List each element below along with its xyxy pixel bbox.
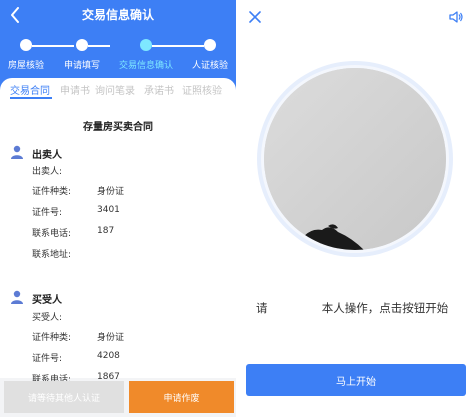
step-dot-1 [20, 39, 32, 51]
speaker-icon[interactable] [448, 9, 464, 25]
face-verify-panel: 请 本人操作，点击按钮开始 马上开始 [236, 0, 474, 417]
tab-license-check[interactable]: 证照核验 [182, 82, 222, 97]
document-title: 存量房买卖合同 [83, 122, 153, 133]
seller-id-no-value: 3401 [97, 205, 120, 215]
page-title: 交易信息确认 [81, 8, 154, 22]
camera-feed-image [264, 68, 446, 250]
seller-id-type-label: 证件种类: [32, 187, 72, 197]
tab-commitment[interactable]: 承诺书 [144, 82, 174, 97]
buyer-name-label: 买受人: [32, 313, 63, 323]
step-connector [152, 45, 204, 47]
step-label-4: 人证核验 [191, 61, 229, 71]
step-connector [32, 45, 74, 47]
step-label-3: 交易信息确认 [118, 61, 174, 71]
seller-address-label: 联系地址: [32, 250, 72, 260]
step-label-1: 房屋核验 [7, 61, 45, 71]
tab-contract[interactable]: 交易合同 [10, 82, 50, 97]
cancel-application-button[interactable]: 申请作废 [129, 381, 234, 413]
active-tab-indicator [10, 97, 52, 99]
close-icon[interactable] [247, 9, 263, 25]
seller-id-no-label: 证件号: [32, 208, 63, 218]
buyer-id-no-label: 证件号: [32, 354, 63, 364]
step-dot-2 [76, 39, 88, 51]
step-connector [88, 45, 110, 47]
seller-name-label: 出卖人: [32, 167, 63, 177]
document-tabs: 交易合同 申请书 询问笔录 承诺书 证照核验 [0, 78, 236, 100]
camera-preview [264, 68, 446, 250]
transaction-confirm-panel: 交易信息确认 房屋核验 申请填写 交易信息确认 人证核验 交易合同 申请书 询问… [0, 0, 236, 417]
tab-application[interactable]: 申请书 [60, 82, 90, 97]
prompt-prefix: 请 [256, 301, 268, 315]
prompt-text: 本人操作，点击按钮开始 [321, 301, 449, 315]
tab-inquiry-record[interactable]: 询问笔录 [95, 82, 135, 97]
step-dot-4 [204, 39, 216, 51]
person-icon [11, 145, 23, 159]
start-button[interactable]: 马上开始 [246, 364, 466, 396]
contract-card: 交易合同 申请书 询问笔录 承诺书 证照核验 存量房买卖合同 出卖人 出卖人: … [0, 78, 236, 385]
step-dot-3 [140, 39, 152, 51]
buyer-id-type-value: 身份证 [97, 333, 125, 343]
person-icon [11, 290, 23, 304]
seller-phone-label: 联系电话: [32, 229, 72, 239]
buyer-id-type-label: 证件种类: [32, 333, 72, 343]
wait-others-button[interactable]: 请等待其他人认证 [4, 381, 124, 413]
buyer-title: 买受人 [32, 295, 62, 306]
seller-phone-value: 187 [97, 226, 115, 236]
buyer-id-no-value: 4208 [97, 351, 120, 361]
step-label-2: 申请填写 [63, 61, 101, 71]
seller-title: 出卖人 [32, 150, 62, 161]
seller-id-type-value: 身份证 [97, 187, 125, 197]
